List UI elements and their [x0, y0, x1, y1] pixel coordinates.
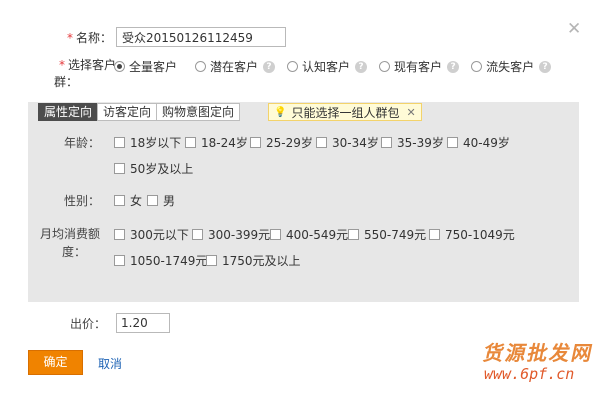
age-option[interactable]: 35-39岁: [381, 134, 444, 151]
tab-visitor-targeting[interactable]: 访客定向: [97, 103, 158, 121]
watermark-text: 货源批发网: [481, 341, 597, 365]
radio-dot[interactable]: [379, 61, 391, 72]
checkbox[interactable]: [206, 255, 217, 266]
spend-option[interactable]: 400-549元: [270, 226, 348, 243]
name-label-text: 名称：: [75, 30, 112, 45]
age-option[interactable]: 50岁及以上: [114, 160, 193, 177]
age-option[interactable]: 18岁以下: [114, 134, 181, 151]
checkbox-label: 750-1049元: [445, 228, 515, 242]
tip-close-icon[interactable]: ✕: [406, 106, 415, 119]
spend-label: 月均消费额 度：: [34, 225, 100, 261]
gender-label: 性别：: [63, 194, 100, 208]
checkbox[interactable]: [447, 137, 458, 148]
radio-label: 现有客户: [394, 60, 443, 74]
audience-label: * 选择客户 群：: [40, 57, 116, 91]
age-label: 年龄：: [63, 136, 100, 150]
checkbox-label: 1050-1749元: [130, 254, 208, 268]
tab-shopping-intent-targeting[interactable]: 购物意图定向: [156, 103, 241, 121]
gender-option[interactable]: 女: [114, 192, 142, 209]
checkbox-label: 25-29岁: [266, 136, 313, 150]
radio-dot[interactable]: [287, 61, 299, 72]
name-label: * 名称：: [40, 29, 112, 46]
checkbox-label: 550-749元: [364, 228, 427, 242]
required-asterisk: *: [58, 58, 65, 72]
spend-option[interactable]: 1750元及以上: [206, 252, 301, 269]
checkbox[interactable]: [316, 137, 327, 148]
checkbox[interactable]: [114, 195, 125, 206]
targeting-panel: 属性定向 访客定向 购物意图定向 💡 只能选择一组人群包 ✕ 年龄： 18岁以下…: [28, 102, 579, 302]
checkbox[interactable]: [114, 163, 125, 174]
radio-label: 潜在客户: [210, 60, 259, 74]
name-row: * 名称：: [40, 27, 286, 47]
checkbox-label: 1750元及以上: [222, 254, 301, 268]
help-icon[interactable]: ?: [539, 60, 552, 73]
age-option[interactable]: 40-49岁: [447, 134, 510, 151]
checkbox[interactable]: [114, 255, 125, 266]
spend-label-line2: 度：: [61, 245, 86, 259]
radio-dot[interactable]: [471, 61, 483, 72]
radio-aware-customers[interactable]: 认知客户?: [287, 58, 368, 75]
radio-potential-customers[interactable]: 潜在客户?: [195, 58, 276, 75]
checkbox-label: 300元以下: [130, 228, 189, 242]
age-option[interactable]: 25-29岁: [250, 134, 313, 151]
radio-dot[interactable]: [195, 61, 207, 72]
spend-option[interactable]: 550-749元: [348, 226, 426, 243]
checkbox-label: 女: [130, 194, 143, 208]
targeting-tabs: 属性定向 访客定向 购物意图定向: [38, 103, 241, 121]
age-option[interactable]: 18-24岁: [185, 134, 248, 151]
spend-option[interactable]: 1050-1749元: [114, 252, 207, 269]
checkbox[interactable]: [114, 229, 125, 240]
audience-label-line2: 群：: [54, 75, 79, 89]
checkbox[interactable]: [270, 229, 281, 240]
radio-dot[interactable]: [114, 61, 125, 72]
radio-label: 认知客户: [302, 60, 351, 74]
help-icon[interactable]: ?: [263, 60, 276, 73]
tip-text: 只能选择一组人群包: [291, 105, 400, 120]
radio-label: 全量客户: [129, 60, 178, 74]
checkbox-label: 400-549元: [286, 228, 349, 242]
checkbox[interactable]: [250, 137, 261, 148]
help-icon[interactable]: ?: [447, 60, 460, 73]
help-icon[interactable]: ?: [355, 60, 368, 73]
age-option[interactable]: 30-34岁: [316, 134, 379, 151]
checkbox[interactable]: [147, 195, 158, 206]
close-icon[interactable]: ✕: [567, 21, 581, 38]
checkbox[interactable]: [114, 137, 125, 148]
checkbox-label: 35-39岁: [397, 136, 444, 150]
checkbox[interactable]: [381, 137, 392, 148]
price-label: 出价：: [69, 316, 106, 331]
spend-option[interactable]: 300元以下: [114, 226, 189, 243]
checkbox-label: 40-49岁: [463, 136, 510, 150]
confirm-button[interactable]: 确定: [28, 350, 83, 375]
checkbox-label: 300-399元: [208, 228, 271, 242]
checkbox-label: 18岁以下: [130, 136, 182, 150]
radio-existing-customers[interactable]: 现有客户?: [379, 58, 460, 75]
name-input[interactable]: [116, 27, 286, 47]
price-input[interactable]: [116, 313, 170, 333]
lightbulb-icon: 💡: [274, 106, 287, 118]
checkbox[interactable]: [185, 137, 196, 148]
checkbox[interactable]: [429, 229, 440, 240]
checkbox-label: 男: [163, 194, 176, 208]
checkbox[interactable]: [192, 229, 203, 240]
required-asterisk: *: [66, 30, 73, 45]
checkbox-label: 18-24岁: [201, 136, 248, 150]
checkbox-label: 50岁及以上: [130, 162, 194, 176]
radio-label: 流失客户: [486, 60, 535, 74]
audience-radio-group: 全量客户 潜在客户? 认知客户? 现有客户? 流失客户?: [114, 58, 559, 75]
tip-banner: 💡 只能选择一组人群包 ✕: [268, 103, 422, 121]
tab-attribute-targeting[interactable]: 属性定向: [38, 103, 99, 121]
radio-lost-customers[interactable]: 流失客户?: [471, 58, 552, 75]
checkbox[interactable]: [348, 229, 359, 240]
spend-option[interactable]: 300-399元: [192, 226, 270, 243]
cancel-link[interactable]: 取消: [98, 355, 122, 372]
spend-option[interactable]: 750-1049元: [429, 226, 515, 243]
checkbox-label: 30-34岁: [332, 136, 379, 150]
spend-label-line1: 月均消费额: [39, 227, 100, 241]
price-row: 出价：: [40, 313, 170, 333]
audience-label-line1: 选择客户: [67, 58, 116, 72]
radio-all-customers[interactable]: 全量客户: [114, 58, 177, 75]
gender-option[interactable]: 男: [147, 192, 175, 209]
watermark-url: www.6pf.cn: [484, 365, 575, 383]
